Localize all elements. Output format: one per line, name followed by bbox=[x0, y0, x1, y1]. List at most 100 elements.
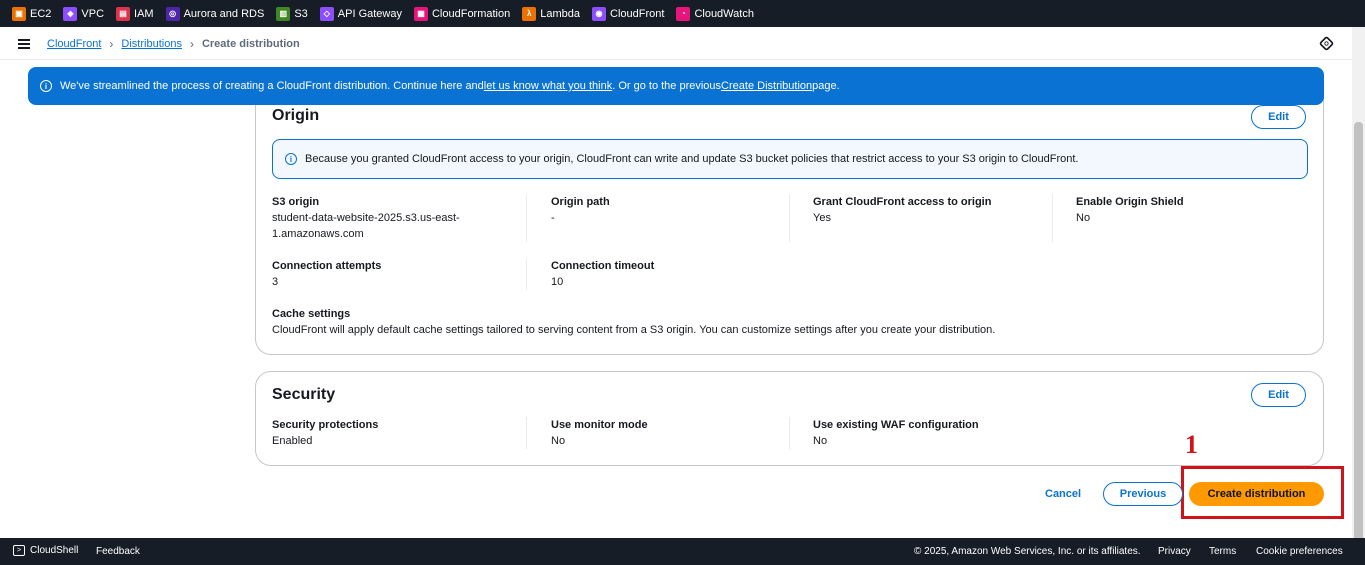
origin-shield-label: Enable Origin Shield bbox=[1076, 196, 1184, 208]
flash-text-middle: . Or go to the previous bbox=[612, 80, 722, 92]
service-shortcut-s3[interactable]: ▥ S3 bbox=[276, 6, 308, 21]
s3-origin-value-line1: student-data-website-2025.s3.us-east- bbox=[272, 212, 460, 224]
security-protections-value: Enabled bbox=[272, 435, 313, 447]
monitor-mode-field: Use monitor mode No bbox=[551, 417, 648, 449]
connection-attempts-value: 3 bbox=[272, 276, 279, 288]
terms-link[interactable]: Terms bbox=[1209, 546, 1236, 557]
s3-icon: ▥ bbox=[276, 6, 291, 21]
divider bbox=[789, 194, 790, 242]
connection-timeout-field: Connection timeout 10 bbox=[551, 258, 654, 290]
service-shortcut-aurora-and-rds[interactable]: ◎ Aurora and RDS bbox=[165, 6, 265, 21]
breadcrumb-bar: CloudFront › Distributions › Create dist… bbox=[0, 27, 1352, 60]
feedback-link[interactable]: let us know what you think bbox=[484, 80, 612, 92]
s3-origin-value-line2: 1.amazonaws.com bbox=[272, 228, 364, 240]
cache-settings-field: Cache settings CloudFront will apply def… bbox=[272, 306, 995, 338]
service-shortcut-cloudfront[interactable]: ◉ CloudFront bbox=[592, 6, 665, 21]
flash-banner: i We've streamlined the process of creat… bbox=[28, 67, 1324, 105]
monitor-mode-value: No bbox=[551, 435, 566, 447]
connection-attempts-label: Connection attempts bbox=[272, 260, 382, 272]
waf-config-value: No bbox=[813, 435, 828, 447]
service-label: CloudFront bbox=[610, 7, 665, 20]
flash-text-after: page. bbox=[812, 80, 840, 92]
service-label: Lambda bbox=[540, 7, 581, 20]
cookie-preferences-link[interactable]: Cookie preferences bbox=[1256, 546, 1343, 557]
s3-origin-field: S3 origin student-data-website-2025.s3.u… bbox=[272, 194, 460, 242]
iam-icon: ▤ bbox=[116, 6, 131, 21]
service-label: API Gateway bbox=[337, 7, 402, 20]
info-icon: i bbox=[40, 80, 52, 92]
previous-create-distribution-link[interactable]: Create Distribution bbox=[721, 80, 812, 92]
scrollbar-thumb[interactable] bbox=[1354, 122, 1363, 548]
privacy-link[interactable]: Privacy bbox=[1158, 546, 1191, 557]
flash-text-before: We've streamlined the process of creatin… bbox=[60, 80, 484, 92]
chevron-right-icon: › bbox=[189, 37, 194, 51]
info-icon: i bbox=[285, 153, 297, 165]
previous-button[interactable]: Previous bbox=[1103, 482, 1183, 506]
service-shortcut-lambda[interactable]: λ Lambda bbox=[522, 6, 581, 21]
step-marker: 1 bbox=[1185, 430, 1198, 459]
chevron-right-icon: › bbox=[109, 37, 114, 51]
service-shortcut-iam[interactable]: ▤ IAM bbox=[116, 6, 154, 21]
lambda-icon: λ bbox=[522, 6, 537, 21]
origin-title: Origin bbox=[272, 107, 320, 124]
service-shortcut-cloudformation[interactable]: ▦ CloudFormation bbox=[413, 6, 511, 21]
breadcrumb-current: Create distribution bbox=[201, 38, 300, 50]
divider bbox=[526, 417, 527, 449]
terminal-icon: > bbox=[13, 545, 25, 556]
security-protections-label: Security protections bbox=[272, 419, 379, 431]
service-label: CloudWatch bbox=[694, 7, 754, 20]
cancel-button[interactable]: Cancel bbox=[1045, 488, 1081, 500]
origin-path-value: - bbox=[551, 212, 555, 224]
origin-info-text: Because you granted CloudFront access to… bbox=[305, 153, 1079, 165]
feedback-button[interactable]: Feedback bbox=[96, 546, 140, 557]
service-label: Aurora and RDS bbox=[183, 7, 265, 20]
s3-origin-label: S3 origin bbox=[272, 196, 320, 208]
origin-edit-button[interactable]: Edit bbox=[1251, 105, 1306, 129]
service-label: CloudFormation bbox=[431, 7, 511, 20]
breadcrumb: CloudFront › Distributions › Create dist… bbox=[47, 37, 300, 51]
origin-shield-value: No bbox=[1076, 212, 1091, 224]
grant-access-label: Grant CloudFront access to origin bbox=[813, 196, 992, 208]
grant-access-value: Yes bbox=[813, 212, 831, 224]
origin-panel: Origin Edit i Because you granted CloudF… bbox=[255, 80, 1324, 355]
origin-path-label: Origin path bbox=[551, 196, 610, 208]
breadcrumb-distributions[interactable]: Distributions bbox=[121, 38, 182, 50]
footer: > CloudShell Feedback © 2025, Amazon Web… bbox=[0, 538, 1365, 565]
monitor-mode-label: Use monitor mode bbox=[551, 419, 648, 431]
api-gateway-icon: ◇ bbox=[319, 6, 334, 21]
cloudwatch-icon: ◔ bbox=[676, 6, 691, 21]
security-edit-button[interactable]: Edit bbox=[1251, 383, 1306, 407]
security-panel: Security Edit Security protections Enabl… bbox=[255, 371, 1324, 466]
cache-settings-label: Cache settings bbox=[272, 308, 351, 320]
divider bbox=[526, 258, 527, 290]
origin-info-alert: i Because you granted CloudFront access … bbox=[272, 139, 1308, 179]
connection-timeout-value: 10 bbox=[551, 276, 564, 288]
security-title: Security bbox=[272, 386, 336, 403]
grant-access-field: Grant CloudFront access to origin Yes bbox=[813, 194, 991, 226]
create-distribution-button[interactable]: Create distribution bbox=[1189, 482, 1324, 506]
service-label: S3 bbox=[294, 7, 308, 20]
origin-shield-field: Enable Origin Shield No bbox=[1076, 194, 1184, 226]
service-shortcut-ec2[interactable]: ▣ EC2 bbox=[12, 6, 52, 21]
service-shortcut-api-gateway[interactable]: ◇ API Gateway bbox=[319, 6, 402, 21]
divider bbox=[789, 417, 790, 449]
divider bbox=[526, 194, 527, 242]
settings-icon[interactable] bbox=[1318, 35, 1335, 52]
service-label: EC2 bbox=[30, 7, 52, 20]
cloudfront-icon: ◉ bbox=[592, 6, 607, 21]
breadcrumb-cloudfront[interactable]: CloudFront bbox=[47, 38, 101, 50]
divider bbox=[1052, 194, 1053, 242]
service-shortcut-cloudwatch[interactable]: ◔ CloudWatch bbox=[676, 6, 754, 21]
cloudshell-label: CloudShell bbox=[30, 545, 79, 556]
service-label: VPC bbox=[81, 7, 105, 20]
origin-path-field: Origin path - bbox=[551, 194, 610, 226]
services-bar: ▣ EC2 ◈ VPC ▤ IAM ◎ Aurora and RDS ▥ S3 ◇ API Gatew… bbox=[0, 0, 1365, 27]
connection-attempts-field: Connection attempts 3 bbox=[272, 258, 381, 290]
waf-config-field: Use existing WAF configuration No bbox=[813, 417, 979, 449]
cloudformation-icon: ▦ bbox=[413, 6, 428, 21]
service-label: IAM bbox=[134, 7, 154, 20]
menu-icon[interactable] bbox=[18, 39, 30, 49]
service-shortcut-vpc[interactable]: ◈ VPC bbox=[63, 6, 105, 21]
cloudshell-button[interactable]: > CloudShell bbox=[13, 545, 78, 556]
security-protections-field: Security protections Enabled bbox=[272, 417, 378, 449]
